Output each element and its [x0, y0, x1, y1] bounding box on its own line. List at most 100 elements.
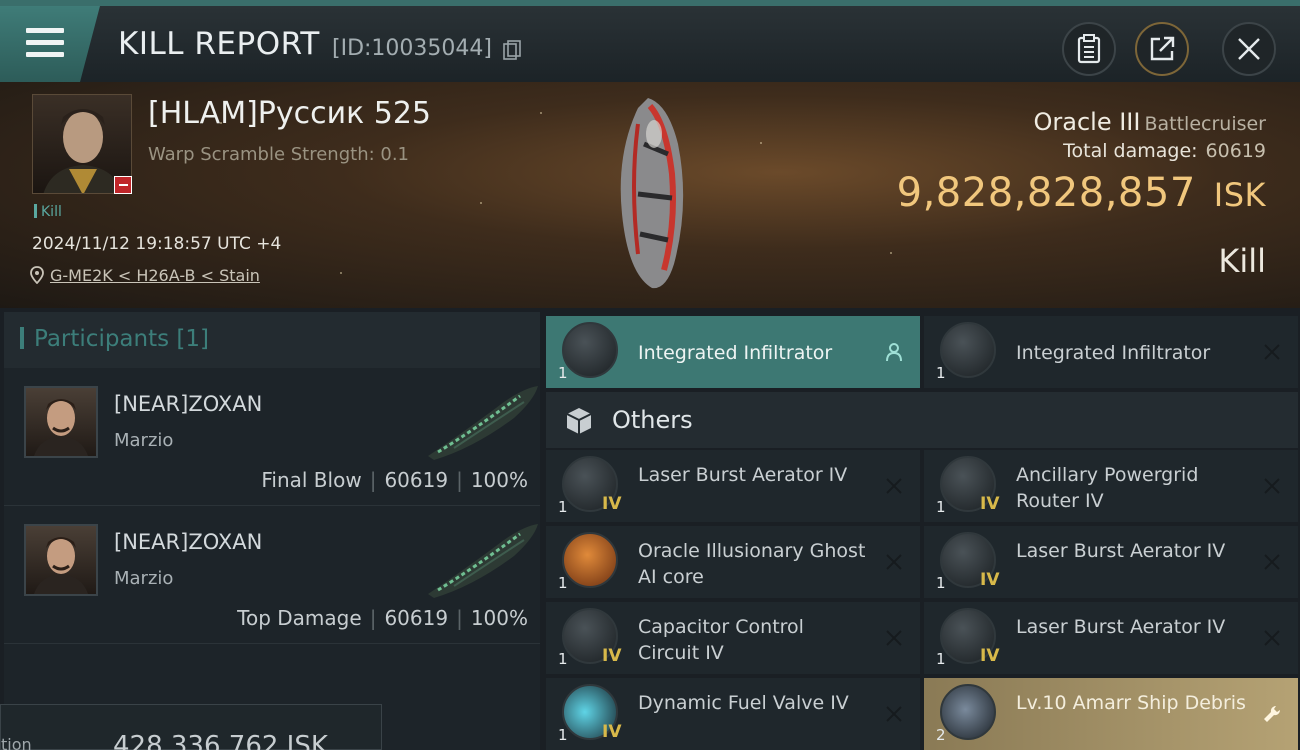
- ship-debris-icon: [940, 684, 996, 740]
- others-label: Others: [612, 406, 693, 434]
- cargo-item[interactable]: 1 IV Capacitor Control Circuit IV: [546, 602, 920, 674]
- items-panel: 1 Integrated Infiltrator 1 Integrated In…: [546, 316, 1298, 750]
- kill-tag: Kill: [34, 204, 62, 220]
- cargo-item[interactable]: 1 IV Laser Burst Aerator IV: [924, 602, 1298, 674]
- top-bar: KILL REPORT [ID:10035044]: [0, 0, 1300, 82]
- close-icon[interactable]: [884, 704, 904, 724]
- item-level: IV: [980, 646, 1000, 666]
- participant-row[interactable]: [NEAR]ZOXAN Marzio Final Blow | 60619 | 100%: [4, 368, 540, 506]
- item-name: Laser Burst Aerator IV: [1016, 540, 1226, 562]
- close-icon[interactable]: [884, 628, 904, 648]
- participant-damage: 60619: [384, 606, 449, 630]
- close-icon[interactable]: [1262, 476, 1282, 496]
- item-name: Integrated Infiltrator: [638, 342, 833, 364]
- page-title: KILL REPORT: [118, 26, 320, 62]
- kill-timestamp: 2024/11/12 19:18:57 UTC +4: [32, 234, 282, 254]
- participant-name: [NEAR]ZOXAN: [114, 530, 263, 554]
- item-quantity: 1: [558, 726, 568, 744]
- pilot-portrait-icon: [34, 537, 88, 594]
- item-quantity: 1: [936, 498, 946, 516]
- share-button[interactable]: [1135, 22, 1189, 76]
- victim-panel: [HLAM]Руссик 525 Warp Scramble Strength:…: [0, 82, 1300, 308]
- hostile-badge: [114, 176, 132, 194]
- cargo-item-debris[interactable]: 2 Lv.10 Amarr Ship Debris: [924, 678, 1298, 750]
- close-icon[interactable]: [884, 476, 904, 496]
- cargo-item[interactable]: 1 IV Dynamic Fuel Valve IV: [546, 678, 920, 750]
- close-icon[interactable]: [1262, 552, 1282, 572]
- ship-name-text: Oracle III: [1033, 108, 1141, 136]
- item-name: Oracle Illusionary Ghost AI core: [638, 540, 866, 588]
- item-name: Capacitor Control Circuit IV: [638, 616, 804, 664]
- clipboard-button[interactable]: [1062, 22, 1116, 76]
- participants-header: Participants [1]: [4, 312, 540, 368]
- cargo-item[interactable]: 1 IV Laser Burst Aerator IV: [924, 526, 1298, 598]
- item-name: Integrated Infiltrator: [1016, 342, 1211, 364]
- fitted-item[interactable]: 1 Integrated Infiltrator: [546, 316, 920, 388]
- item-level: IV: [602, 722, 622, 742]
- item-name: Dynamic Fuel Valve IV: [638, 692, 849, 714]
- result-label: Kill: [1218, 242, 1266, 280]
- cargo-item[interactable]: 1 Oracle Illusionary Ghost AI core: [546, 526, 920, 598]
- participant-percent: 100%: [470, 468, 528, 492]
- item-level: IV: [602, 646, 622, 666]
- isk-value: 9,828,828,857 ISK: [897, 170, 1266, 216]
- participant-avatar[interactable]: [24, 524, 98, 596]
- close-icon[interactable]: [1262, 342, 1282, 362]
- bottom-label: tion: [1, 735, 32, 750]
- victim-ship-image: [620, 98, 684, 289]
- copy-icon[interactable]: [503, 40, 521, 60]
- item-quantity: 1: [936, 574, 946, 592]
- bottom-value-box[interactable]: tion 428,336,762 ISK: [0, 704, 382, 750]
- location-text: G-ME2K < H26A-B < Stain: [50, 266, 260, 285]
- participant-ship: Marzio: [114, 430, 174, 451]
- participant-percent: 100%: [470, 606, 528, 630]
- cargo-item[interactable]: 1 IV Laser Burst Aerator IV: [546, 450, 920, 522]
- item-name: Lv.10 Amarr Ship Debris: [1016, 692, 1246, 714]
- item-quantity: 1: [936, 650, 946, 668]
- hamburger-icon: [26, 28, 64, 58]
- clipboard-icon: [1077, 34, 1101, 64]
- total-damage: Total damage: 60619: [1063, 140, 1266, 162]
- bottom-value: 428,336,762 ISK: [113, 731, 328, 750]
- close-icon[interactable]: [884, 552, 904, 572]
- item-level: IV: [980, 570, 1000, 590]
- menu-button[interactable]: [0, 6, 100, 82]
- location-link[interactable]: G-ME2K < H26A-B < Stain: [30, 266, 260, 285]
- close-icon[interactable]: [1262, 628, 1282, 648]
- cargo-item[interactable]: 1 IV Ancillary Powergrid Router IV: [924, 450, 1298, 522]
- participant-stats: Final Blow | 60619 | 100%: [261, 468, 528, 492]
- ai-core-icon: [562, 532, 618, 588]
- close-icon: [1238, 38, 1260, 60]
- isk-amount: 9,828,828,857: [896, 170, 1196, 216]
- others-section-header: Others: [546, 392, 1298, 448]
- fitted-item[interactable]: 1 Integrated Infiltrator: [924, 316, 1298, 388]
- item-level: IV: [980, 494, 1000, 514]
- participant-stats: Top Damage | 60619 | 100%: [237, 606, 528, 630]
- item-quantity: 1: [558, 574, 568, 592]
- item-level: IV: [602, 494, 622, 514]
- total-damage-value: 60619: [1205, 140, 1266, 162]
- participant-ship-icon: [428, 386, 538, 460]
- wrench-icon[interactable]: [1262, 704, 1282, 724]
- ship-class-text: Battlecruiser: [1144, 113, 1266, 135]
- isk-unit: ISK: [1213, 176, 1266, 214]
- participant-avatar[interactable]: [24, 386, 98, 458]
- cube-icon: [566, 408, 592, 434]
- participants-panel: Participants [1] [NEAR]ZOXAN Marzio Fina…: [4, 312, 540, 750]
- item-quantity: 2: [936, 726, 946, 744]
- participant-name: [NEAR]ZOXAN: [114, 392, 263, 416]
- participant-role: Final Blow: [261, 468, 362, 492]
- participant-row[interactable]: [NEAR]ZOXAN Marzio Top Damage | 60619 | 100%: [4, 506, 540, 644]
- close-button[interactable]: [1222, 22, 1276, 76]
- item-quantity: 1: [558, 364, 568, 382]
- item-quantity: 1: [558, 498, 568, 516]
- person-icon[interactable]: [884, 342, 904, 362]
- item-quantity: 1: [558, 650, 568, 668]
- participant-role: Top Damage: [237, 606, 362, 630]
- victim-pilot-name: [HLAM]Руссик 525: [148, 96, 432, 131]
- item-name: Laser Burst Aerator IV: [1016, 616, 1226, 638]
- item-quantity: 1: [936, 364, 946, 382]
- total-damage-label: Total damage:: [1063, 140, 1198, 162]
- implant-icon: [562, 322, 618, 378]
- item-name: Laser Burst Aerator IV: [638, 464, 848, 486]
